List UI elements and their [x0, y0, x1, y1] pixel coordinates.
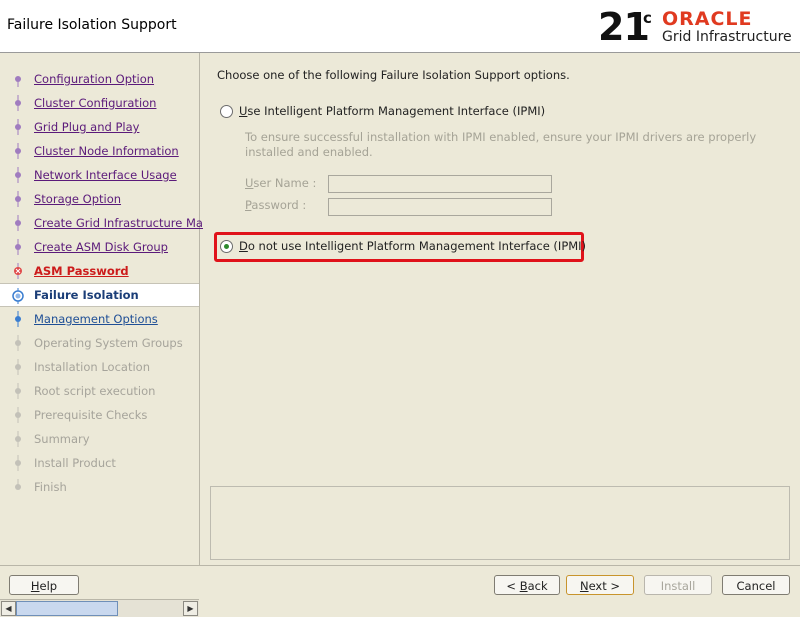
sidebar-step-item[interactable]: Configuration Option: [0, 67, 199, 91]
sidebar-step-item[interactable]: Create Grid Infrastructure Ma: [0, 211, 203, 235]
sidebar-step-item: Root script execution: [0, 379, 199, 403]
sidebar-step-item[interactable]: Failure Isolation: [0, 283, 199, 307]
install-button[interactable]: Install: [644, 575, 712, 595]
sidebar-step-label: ASM Password: [34, 264, 129, 278]
logo-version: 21: [598, 5, 650, 49]
sidebar-step-item[interactable]: Cluster Configuration: [0, 91, 199, 115]
step-node-icon: [10, 71, 26, 87]
sidebar-step-item[interactable]: Network Interface Usage: [0, 163, 199, 187]
logo-product: Grid Infrastructure: [662, 29, 792, 45]
sidebar-step-item: Summary: [0, 427, 199, 451]
step-node-icon: [10, 359, 26, 375]
page-title: Failure Isolation Support: [7, 17, 177, 33]
sidebar-step-label: Failure Isolation: [34, 288, 139, 302]
step-current-icon: [10, 288, 26, 304]
sidebar-horizontal-scrollbar[interactable]: ◀ ▶: [0, 599, 199, 617]
sidebar-step-item[interactable]: Storage Option: [0, 187, 199, 211]
ipmi-radio-button[interactable]: [220, 104, 233, 118]
sidebar-step-label: Management Options: [34, 312, 158, 326]
no-ipmi-radio-button[interactable]: [220, 239, 233, 253]
sidebar-step-label: Summary: [34, 432, 90, 446]
step-node-icon: [10, 191, 26, 207]
sidebar-step-label: Operating System Groups: [34, 336, 183, 350]
step-node-icon: [10, 311, 26, 327]
ipmi-option[interactable]: Use Intelligent Platform Management Inte…: [220, 104, 545, 118]
password-field[interactable]: [328, 198, 552, 216]
logo-version-sup: c: [643, 9, 652, 27]
options-prompt: Choose one of the following Failure Isol…: [217, 68, 570, 82]
sidebar-step-label: Installation Location: [34, 360, 150, 374]
sidebar-step-label: Grid Plug and Play: [34, 120, 140, 134]
sidebar-step-label: Finish: [34, 480, 67, 494]
scroll-left-arrow-icon[interactable]: ◀: [1, 601, 16, 616]
step-node-icon: [10, 335, 26, 351]
header-bar: Failure Isolation Support 21 c ORACLE Gr…: [0, 0, 800, 53]
cancel-button[interactable]: Cancel: [722, 575, 790, 595]
main-panel: Choose one of the following Failure Isol…: [205, 60, 795, 560]
step-node-icon: [10, 455, 26, 471]
sidebar-step-label: Create ASM Disk Group: [34, 240, 168, 254]
ipmi-option-label: Use Intelligent Platform Management Inte…: [239, 104, 546, 118]
sidebar-step-item: Prerequisite Checks: [0, 403, 199, 427]
sidebar-step-label: Configuration Option: [34, 72, 155, 86]
no-ipmi-option[interactable]: Do not use Intelligent Platform Manageme…: [220, 239, 586, 253]
help-button[interactable]: Help: [9, 575, 79, 595]
sidebar-step-item[interactable]: Cluster Node Information: [0, 139, 199, 163]
sidebar-step-label: Prerequisite Checks: [34, 408, 148, 422]
scrollbar-thumb[interactable]: [16, 601, 118, 616]
step-node-icon: [10, 95, 26, 111]
step-node-icon: [10, 167, 26, 183]
sidebar-step-item[interactable]: ASM Password: [0, 259, 199, 283]
sidebar-step-item: Finish: [0, 475, 199, 499]
sidebar-step-item[interactable]: Grid Plug and Play: [0, 115, 199, 139]
sidebar-step-label: Create Grid Infrastructure Ma: [34, 216, 203, 230]
next-button[interactable]: Next >: [566, 575, 634, 595]
footer-divider: [0, 565, 800, 566]
sidebar-step-label: Cluster Configuration: [34, 96, 157, 110]
user-name-label: User Name :: [245, 176, 317, 190]
scroll-right-arrow-icon[interactable]: ▶: [183, 601, 198, 616]
sidebar-step-item: Operating System Groups: [0, 331, 199, 355]
logo-brand: ORACLE: [662, 8, 753, 30]
sidebar-step-label: Storage Option: [34, 192, 122, 206]
step-node-icon: [10, 407, 26, 423]
ipmi-hint-text: To ensure successful installation with I…: [245, 130, 757, 159]
sidebar-step-item[interactable]: Management Options: [0, 307, 199, 331]
user-name-field[interactable]: [328, 175, 552, 193]
sidebar-step-item: Installation Location: [0, 355, 199, 379]
step-node-icon: [10, 143, 26, 159]
step-node-icon: [10, 239, 26, 255]
sidebar-step-label: Install Product: [34, 456, 116, 470]
steps-sidebar: Configuration Option Cluster Configuratio…: [0, 53, 203, 617]
step-error-icon: [10, 263, 26, 279]
step-node-icon: [10, 215, 26, 231]
step-list: Configuration Option Cluster Configuratio…: [0, 67, 203, 499]
step-node-icon: [10, 431, 26, 447]
sidebar-step-item: Install Product: [0, 451, 199, 475]
no-ipmi-option-label: Do not use Intelligent Platform Manageme…: [239, 239, 587, 253]
message-area: [210, 486, 790, 560]
step-node-icon: [10, 119, 26, 135]
step-node-icon: [10, 383, 26, 399]
sidebar-step-label: Root script execution: [34, 384, 156, 398]
step-node-icon: [10, 479, 26, 495]
sidebar-step-item[interactable]: Create ASM Disk Group: [0, 235, 199, 259]
oracle-logo: 21 c ORACLE Grid Infrastructure: [598, 6, 798, 48]
sidebar-step-label: Cluster Node Information: [34, 144, 179, 158]
password-label: Password :: [245, 198, 307, 212]
sidebar-step-label: Network Interface Usage: [34, 168, 177, 182]
back-button[interactable]: < Back: [494, 575, 560, 595]
